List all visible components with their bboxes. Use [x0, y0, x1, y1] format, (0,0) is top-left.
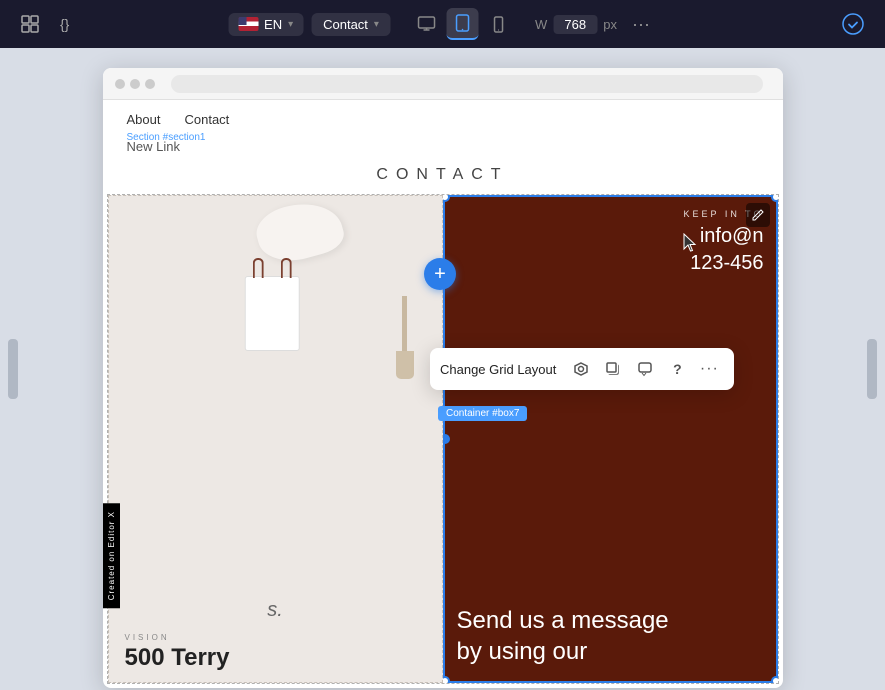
toolbar-left: {}: [16, 10, 84, 38]
contact-heading: CONTACT: [103, 160, 783, 194]
contact-phone: 123-456: [443, 248, 778, 275]
publish-btn[interactable]: [837, 8, 869, 40]
width-w-label: W: [535, 17, 547, 32]
browser-dot-red: [115, 79, 125, 89]
code-icon[interactable]: {}: [56, 10, 84, 38]
more-options-btn[interactable]: ···: [694, 354, 724, 384]
width-unit: px: [603, 17, 617, 32]
right-column: KEEP IN TO info@n 123-456 Send us a mess…: [443, 195, 778, 683]
language-selector[interactable]: EN ▾: [228, 13, 303, 36]
toolbar-more-btn[interactable]: ···: [625, 8, 657, 40]
canvas-wrapper: About Contact Section #section1 New Link…: [0, 48, 885, 690]
grid-toolbar-popup: Change Grid Layout ? ···: [430, 348, 734, 390]
contact-email: info@n: [443, 219, 778, 248]
section-label: Section #section1: [127, 132, 206, 143]
vase-decoration: [396, 296, 414, 379]
bag-decoration: [245, 276, 300, 351]
left-resize-handle[interactable]: [8, 339, 18, 399]
edit-btn[interactable]: [746, 203, 770, 227]
browser-dots: [115, 79, 155, 89]
left-column: s. VISION 500 Terry: [108, 195, 443, 683]
svg-text:{}: {}: [60, 16, 70, 32]
page-selector[interactable]: Contact ▾: [311, 13, 391, 36]
page-label: Contact: [323, 17, 368, 32]
width-control: W px: [535, 15, 617, 34]
send-message-text: Send us a message by using our: [457, 605, 764, 667]
vision-label: VISION: [125, 633, 170, 642]
nav-contact[interactable]: Contact: [184, 112, 229, 127]
send-message-block: Send us a message by using our: [457, 605, 764, 667]
right-resize-handle[interactable]: [867, 339, 877, 399]
handle-mid-left[interactable]: [443, 434, 450, 444]
mobile-device-btn[interactable]: [483, 8, 515, 40]
duplicate-btn[interactable]: [598, 354, 628, 384]
grid-settings-btn[interactable]: [566, 354, 596, 384]
help-btn[interactable]: ?: [662, 354, 692, 384]
browser-dot-yellow: [130, 79, 140, 89]
lang-label: EN: [264, 17, 282, 32]
browser-url-bar[interactable]: [171, 75, 763, 93]
add-section-btn[interactable]: +: [424, 258, 456, 290]
editor-badge: Created on Editor X: [103, 503, 120, 608]
comment-btn[interactable]: [630, 354, 660, 384]
handle-bottom-left[interactable]: [443, 676, 450, 683]
brand-letter: s.: [267, 599, 283, 622]
address-number: 500 Terry: [125, 644, 230, 672]
container-tag[interactable]: Container #box7: [438, 406, 527, 421]
keep-in-touch-label: KEEP IN TO: [443, 195, 778, 219]
toolbar-center: EN ▾ Contact ▾: [228, 8, 657, 40]
shoe-decoration: [257, 204, 347, 274]
main-toolbar: {} EN ▾ Contact ▾: [0, 0, 885, 48]
browser-chrome: [103, 68, 783, 100]
toolbar-right: [837, 8, 869, 40]
width-input[interactable]: [553, 15, 597, 34]
tablet-device-btn[interactable]: [447, 8, 479, 40]
flag-icon: [238, 17, 258, 31]
page-chevron: ▾: [374, 19, 379, 30]
handle-bottom-right[interactable]: [771, 676, 778, 683]
grid-toolbar-label: Change Grid Layout: [440, 362, 556, 377]
desktop-device-btn[interactable]: [411, 8, 443, 40]
device-switcher: [411, 8, 515, 40]
nav-about[interactable]: About: [127, 112, 161, 127]
grid-icon[interactable]: [16, 10, 44, 38]
site-nav: About Contact Section #section1: [103, 100, 783, 139]
lang-chevron: ▾: [288, 19, 293, 30]
browser-dot-green: [145, 79, 155, 89]
